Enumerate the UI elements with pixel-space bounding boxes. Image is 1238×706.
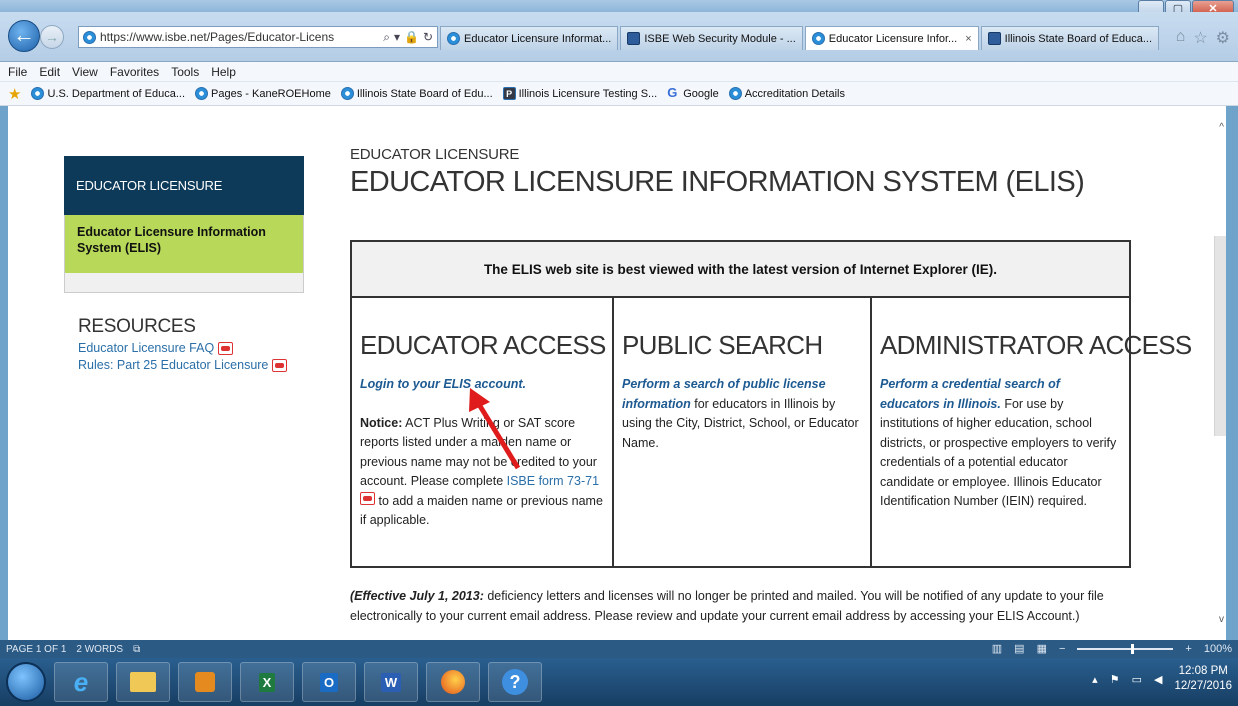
tab-isbe-security[interactable]: ISBE Web Security Module - ... [620, 26, 803, 50]
read-mode-icon[interactable]: ▥ [992, 642, 1002, 655]
taskbar-word[interactable]: W [364, 662, 418, 702]
favorites-star-icon[interactable]: ☆ [1193, 28, 1207, 48]
zoom-in-button[interactable]: + [1185, 643, 1191, 655]
menu-help[interactable]: Help [211, 65, 236, 79]
taskbar-internet-explorer[interactable]: e [54, 662, 108, 702]
browser-navbar: ← → https://www.isbe.net/Pages/Educator-… [0, 12, 1238, 62]
ie-icon: e [73, 666, 89, 697]
favorite-label: Illinois Licensure Testing S... [518, 87, 658, 100]
tab-isbe-board[interactable]: Illinois State Board of Educa... [980, 26, 1160, 50]
ie-icon [83, 30, 96, 44]
close-tab-icon[interactable]: × [965, 33, 971, 45]
zoom-slider-thumb[interactable] [1131, 643, 1135, 654]
isbe-icon [987, 32, 1001, 45]
address-bar[interactable]: https://www.isbe.net/Pages/Educator-Lice… [78, 26, 438, 48]
favorite-isbe[interactable]: Illinois State Board of Edu... [340, 87, 493, 100]
clock-time: 12:08 PM [1178, 665, 1228, 677]
tab-strip: Educator Licensure Informat... ISBE Web … [440, 26, 1160, 50]
view-controls: ▥ ▤ ▦ − + 100% [992, 642, 1232, 656]
menu-favorites[interactable]: Favorites [110, 65, 159, 79]
favorite-label: Pages - KaneROEHome [211, 87, 331, 100]
network-icon[interactable]: ▭ [1132, 673, 1142, 686]
taskbar-file-explorer[interactable] [116, 662, 170, 702]
ie-icon [728, 87, 742, 100]
ie-icon [195, 87, 209, 100]
start-button[interactable] [6, 662, 46, 702]
windows-taskbar: e X O W ? ▴ ⚑ ▭ ◀ 12:08 PM 12/27/2016 [0, 658, 1238, 706]
taskbar-firefox[interactable] [426, 662, 480, 702]
favorite-label: Accreditation Details [744, 87, 845, 100]
system-tray: ▴ ⚑ ▭ ◀ 12:08 PM 12/27/2016 [1092, 664, 1232, 694]
taskbar-outlook[interactable]: O [302, 662, 356, 702]
media-icon [195, 672, 215, 692]
menu-tools[interactable]: Tools [171, 65, 199, 79]
favorite-google[interactable]: G Google [667, 85, 719, 100]
window-titlebar: ▁ ▢ ✕ [0, 0, 1238, 18]
favorites-bar: ★ U.S. Department of Educa... Pages - Ka… [0, 82, 1238, 106]
browser-tools: ⌂ ☆ ⚙ [1176, 28, 1230, 48]
favorite-us-dept-education[interactable]: U.S. Department of Educa... [31, 87, 185, 100]
favorite-label: Google [683, 87, 719, 100]
print-layout-icon[interactable]: ▤ [1014, 642, 1024, 655]
clock[interactable]: 12:08 PM 12/27/2016 [1174, 664, 1232, 694]
taskbar-help[interactable]: ? [488, 662, 542, 702]
home-icon[interactable]: ⌂ [1176, 28, 1186, 48]
clock-date: 12/27/2016 [1174, 680, 1232, 692]
address-url[interactable]: https://www.isbe.net/Pages/Educator-Lice… [100, 30, 379, 44]
arrow-shaft [477, 404, 521, 470]
zoom-out-button[interactable]: − [1059, 643, 1065, 655]
tab-elis-1[interactable]: Educator Licensure Informat... [440, 26, 619, 50]
favorite-accreditation[interactable]: Accreditation Details [728, 87, 845, 100]
back-button[interactable]: ← [8, 20, 40, 52]
tab-elis-active[interactable]: Educator Licensure Infor... × [804, 26, 979, 50]
menu-bar: File Edit View Favorites Tools Help [0, 62, 1238, 82]
help-icon: ? [502, 669, 528, 695]
taskbar-excel[interactable]: X [240, 662, 294, 702]
outlook-icon: O [319, 672, 339, 692]
gear-icon[interactable]: ⚙ [1216, 28, 1230, 48]
menu-view[interactable]: View [72, 65, 98, 79]
lock-icon[interactable]: 🔒 [404, 30, 419, 44]
forward-button[interactable]: → [40, 25, 64, 49]
ie-icon [31, 87, 45, 100]
tab-label: ISBE Web Security Module - ... [644, 32, 796, 45]
p-icon: P [502, 87, 516, 100]
folder-icon [130, 672, 156, 692]
web-layout-icon[interactable]: ▦ [1037, 642, 1047, 655]
favorites-star-icon[interactable]: ★ [8, 85, 21, 103]
excel-icon: X [258, 672, 276, 692]
dropdown-icon[interactable]: ▾ [394, 30, 400, 44]
red-arrow-annotation [469, 388, 521, 470]
google-icon: G [667, 85, 678, 100]
tab-label: Educator Licensure Informat... [464, 32, 612, 45]
tab-label: Illinois State Board of Educa... [1004, 32, 1153, 45]
search-icon[interactable]: ⌕ [383, 30, 390, 45]
volume-icon[interactable]: ◀ [1154, 673, 1162, 686]
refresh-icon[interactable]: ↻ [423, 30, 433, 44]
taskbar-media-player[interactable] [178, 662, 232, 702]
favorite-label: U.S. Department of Educa... [47, 87, 186, 100]
word-count: 2 WORDS [76, 643, 124, 655]
zoom-slider[interactable] [1077, 643, 1174, 654]
proofing-icon: ⧉ [133, 643, 141, 655]
menu-file[interactable]: File [8, 65, 27, 79]
favorite-kaneroe[interactable]: Pages - KaneROEHome [195, 87, 331, 100]
page-content: EDUCATOR LICENSURE Educator Licensure In… [8, 106, 1226, 640]
page-count: PAGE 1 OF 1 [6, 643, 67, 655]
favorite-ilts[interactable]: P Illinois Licensure Testing S... [502, 87, 658, 100]
ie-icon [811, 32, 825, 45]
firefox-icon [441, 670, 465, 694]
favorite-label: Illinois State Board of Edu... [356, 87, 493, 100]
isbe-icon [627, 32, 641, 45]
ie-icon [447, 32, 460, 45]
show-hidden-icons[interactable]: ▴ [1092, 673, 1098, 686]
ie-icon [340, 87, 354, 100]
flag-icon[interactable]: ⚑ [1110, 673, 1120, 686]
status-bar: PAGE 1 OF 1 2 WORDS ⧉ ▥ ▤ ▦ − + 100% [0, 640, 1238, 658]
zoom-level: 100% [1203, 642, 1232, 655]
word-icon: W [380, 672, 402, 692]
tab-label: Educator Licensure Infor... [828, 32, 958, 45]
menu-edit[interactable]: Edit [39, 65, 60, 79]
